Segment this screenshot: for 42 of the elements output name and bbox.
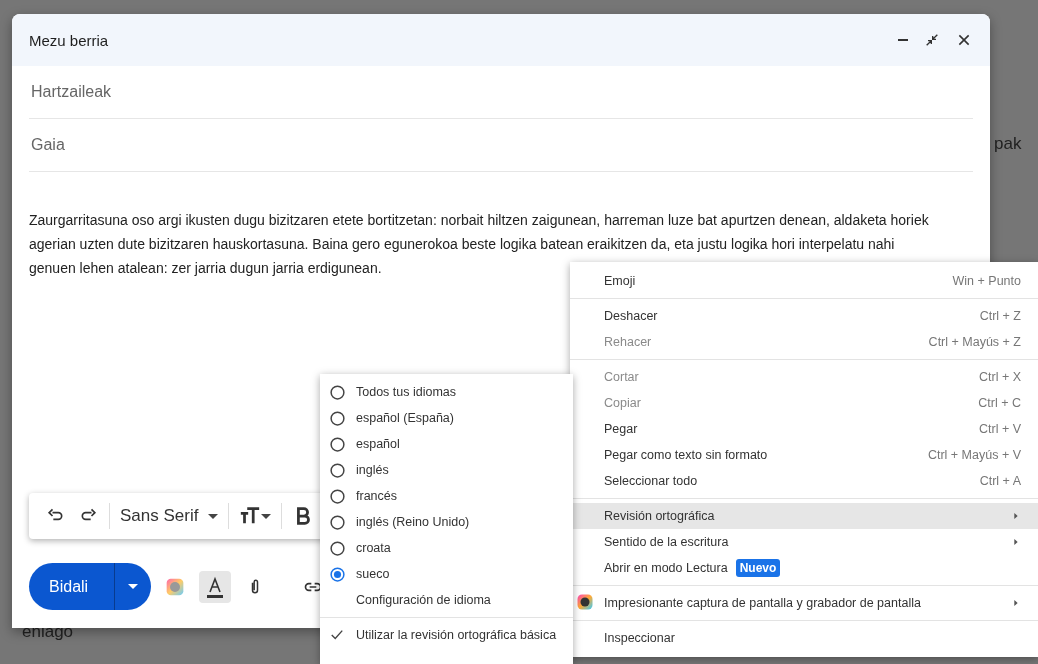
language-option[interactable]: Todos tus idiomas (320, 379, 573, 405)
background-text: eniago (22, 622, 74, 642)
menu-item[interactable]: Deshacer Ctrl + Z (570, 303, 1038, 329)
language-option[interactable]: sueco (320, 561, 573, 587)
language-option[interactable]: francés (320, 483, 573, 509)
send-button[interactable]: Bidali (29, 563, 116, 610)
minimize-icon (898, 39, 908, 41)
window-title: Mezu berria (29, 31, 110, 49)
menu-item[interactable]: Sentido de la escritura (570, 529, 1038, 555)
radio-button[interactable] (330, 463, 345, 478)
menu-item[interactable]: Inspeccionar (570, 625, 1038, 651)
app-logo-icon (576, 592, 594, 611)
menu-item[interactable]: Configuración de idioma (320, 587, 573, 613)
radio-button[interactable] (330, 437, 345, 452)
language-option[interactable]: croata (320, 535, 573, 561)
caret-icon (261, 513, 272, 519)
new-badge: Nuevo (735, 559, 781, 577)
radio-button[interactable] (330, 385, 345, 400)
font-dropdown[interactable]: Sans Serif (116, 502, 223, 530)
caret-icon (128, 584, 139, 589)
radio-button[interactable] (330, 515, 345, 530)
menu-item[interactable]: Seleccionar todo Ctrl + A (570, 468, 1038, 494)
radio-button[interactable] (330, 411, 345, 426)
menu-item[interactable]: Revisión ortográfica (570, 503, 1038, 529)
background-text: pak (994, 134, 1022, 154)
menu-item[interactable]: Impresionante captura de pantalla y grabador de pantalla (570, 590, 1038, 616)
collapse-arrows-icon (924, 32, 940, 48)
caret-icon (208, 513, 219, 519)
menu-item[interactable]: Utilizar la revisión ortográfica básica (320, 622, 573, 648)
camera-lens-icon (165, 576, 186, 597)
language-option[interactable]: español (320, 431, 573, 457)
menu-item[interactable]: Pegar como texto sin formato Ctrl + Mayús + V (570, 442, 1038, 468)
language-option[interactable]: español (España) (320, 405, 573, 431)
close-icon (956, 32, 972, 48)
language-option[interactable]: inglés (320, 457, 573, 483)
menu-item[interactable]: Pegar Ctrl + V (570, 416, 1038, 442)
radio-button[interactable] (330, 489, 345, 504)
radio-button[interactable] (330, 567, 345, 582)
radio-button[interactable] (330, 541, 345, 556)
text-color-button[interactable] (199, 570, 232, 603)
language-option[interactable]: inglés (Reino Unido) (320, 509, 573, 535)
menu-item[interactable]: Abrir en modo Lectura Nuevo (570, 555, 1038, 581)
